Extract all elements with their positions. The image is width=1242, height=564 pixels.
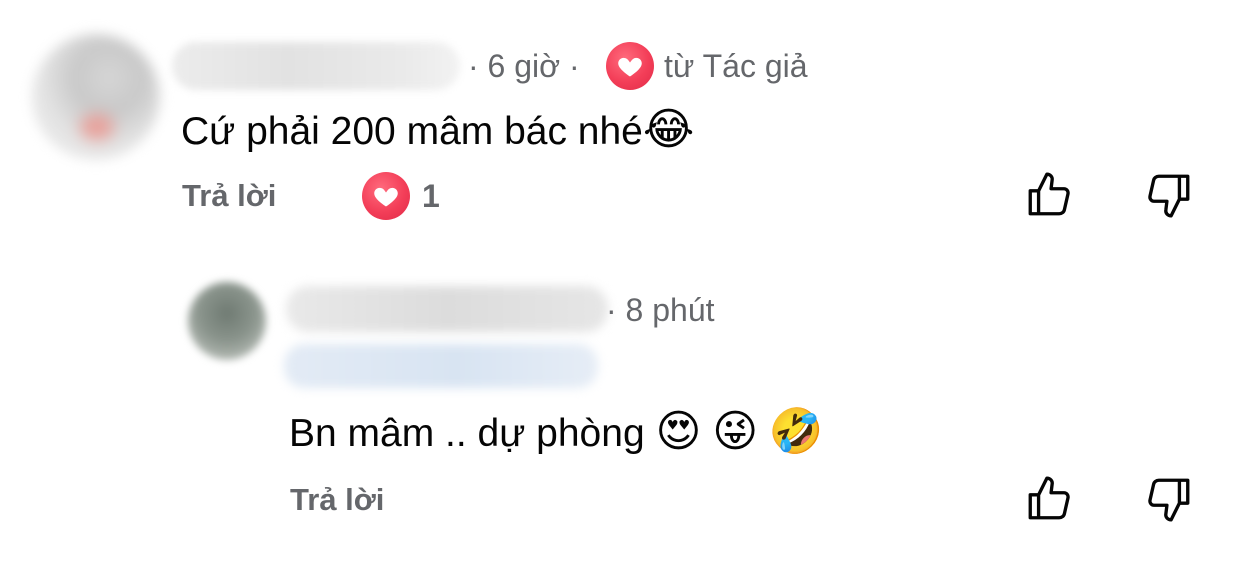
author-name-blurred[interactable] [172, 42, 460, 90]
dislike-button[interactable] [1144, 170, 1194, 220]
winking-tongue-emoji-icon: 😜 [712, 407, 759, 456]
thumbs-down-icon [1148, 174, 1190, 218]
thumbs-down-icon [1148, 478, 1190, 522]
reply-button[interactable]: Trả lời [182, 176, 276, 216]
comment-time: · 6 giờ · [468, 48, 580, 84]
author-reaction-label: từ Tác giả [664, 48, 808, 84]
reply-avatar[interactable] [188, 282, 266, 360]
thumbs-up-icon [1028, 172, 1070, 216]
avatar[interactable] [32, 34, 160, 160]
reply-text: Bn mâm .. dự phòng 😍 😜 🤣 [289, 407, 824, 456]
reply-dislike-button[interactable] [1144, 474, 1194, 524]
author-heart-icon [606, 42, 654, 90]
reply-time: · 8 phút [606, 292, 715, 328]
reply-author-name-blurred[interactable] [286, 286, 608, 332]
heart-reaction-icon [362, 172, 410, 220]
comment-text: Cứ phải 200 mâm bác nhé😂 [181, 105, 695, 154]
reaction-summary[interactable]: 1 [362, 172, 440, 220]
rolling-laughing-emoji-icon: 🤣 [768, 407, 824, 456]
reply-like-button[interactable] [1024, 474, 1074, 524]
thumbs-up-icon [1028, 476, 1070, 520]
mention-blurred[interactable] [284, 344, 598, 388]
like-button[interactable] [1024, 170, 1074, 220]
reply-reply-button[interactable]: Trả lời [290, 480, 384, 520]
reaction-count: 1 [422, 178, 440, 214]
laughing-emoji-icon: 😂 [642, 105, 695, 154]
heart-eyes-emoji-icon: 😍 [655, 407, 702, 456]
